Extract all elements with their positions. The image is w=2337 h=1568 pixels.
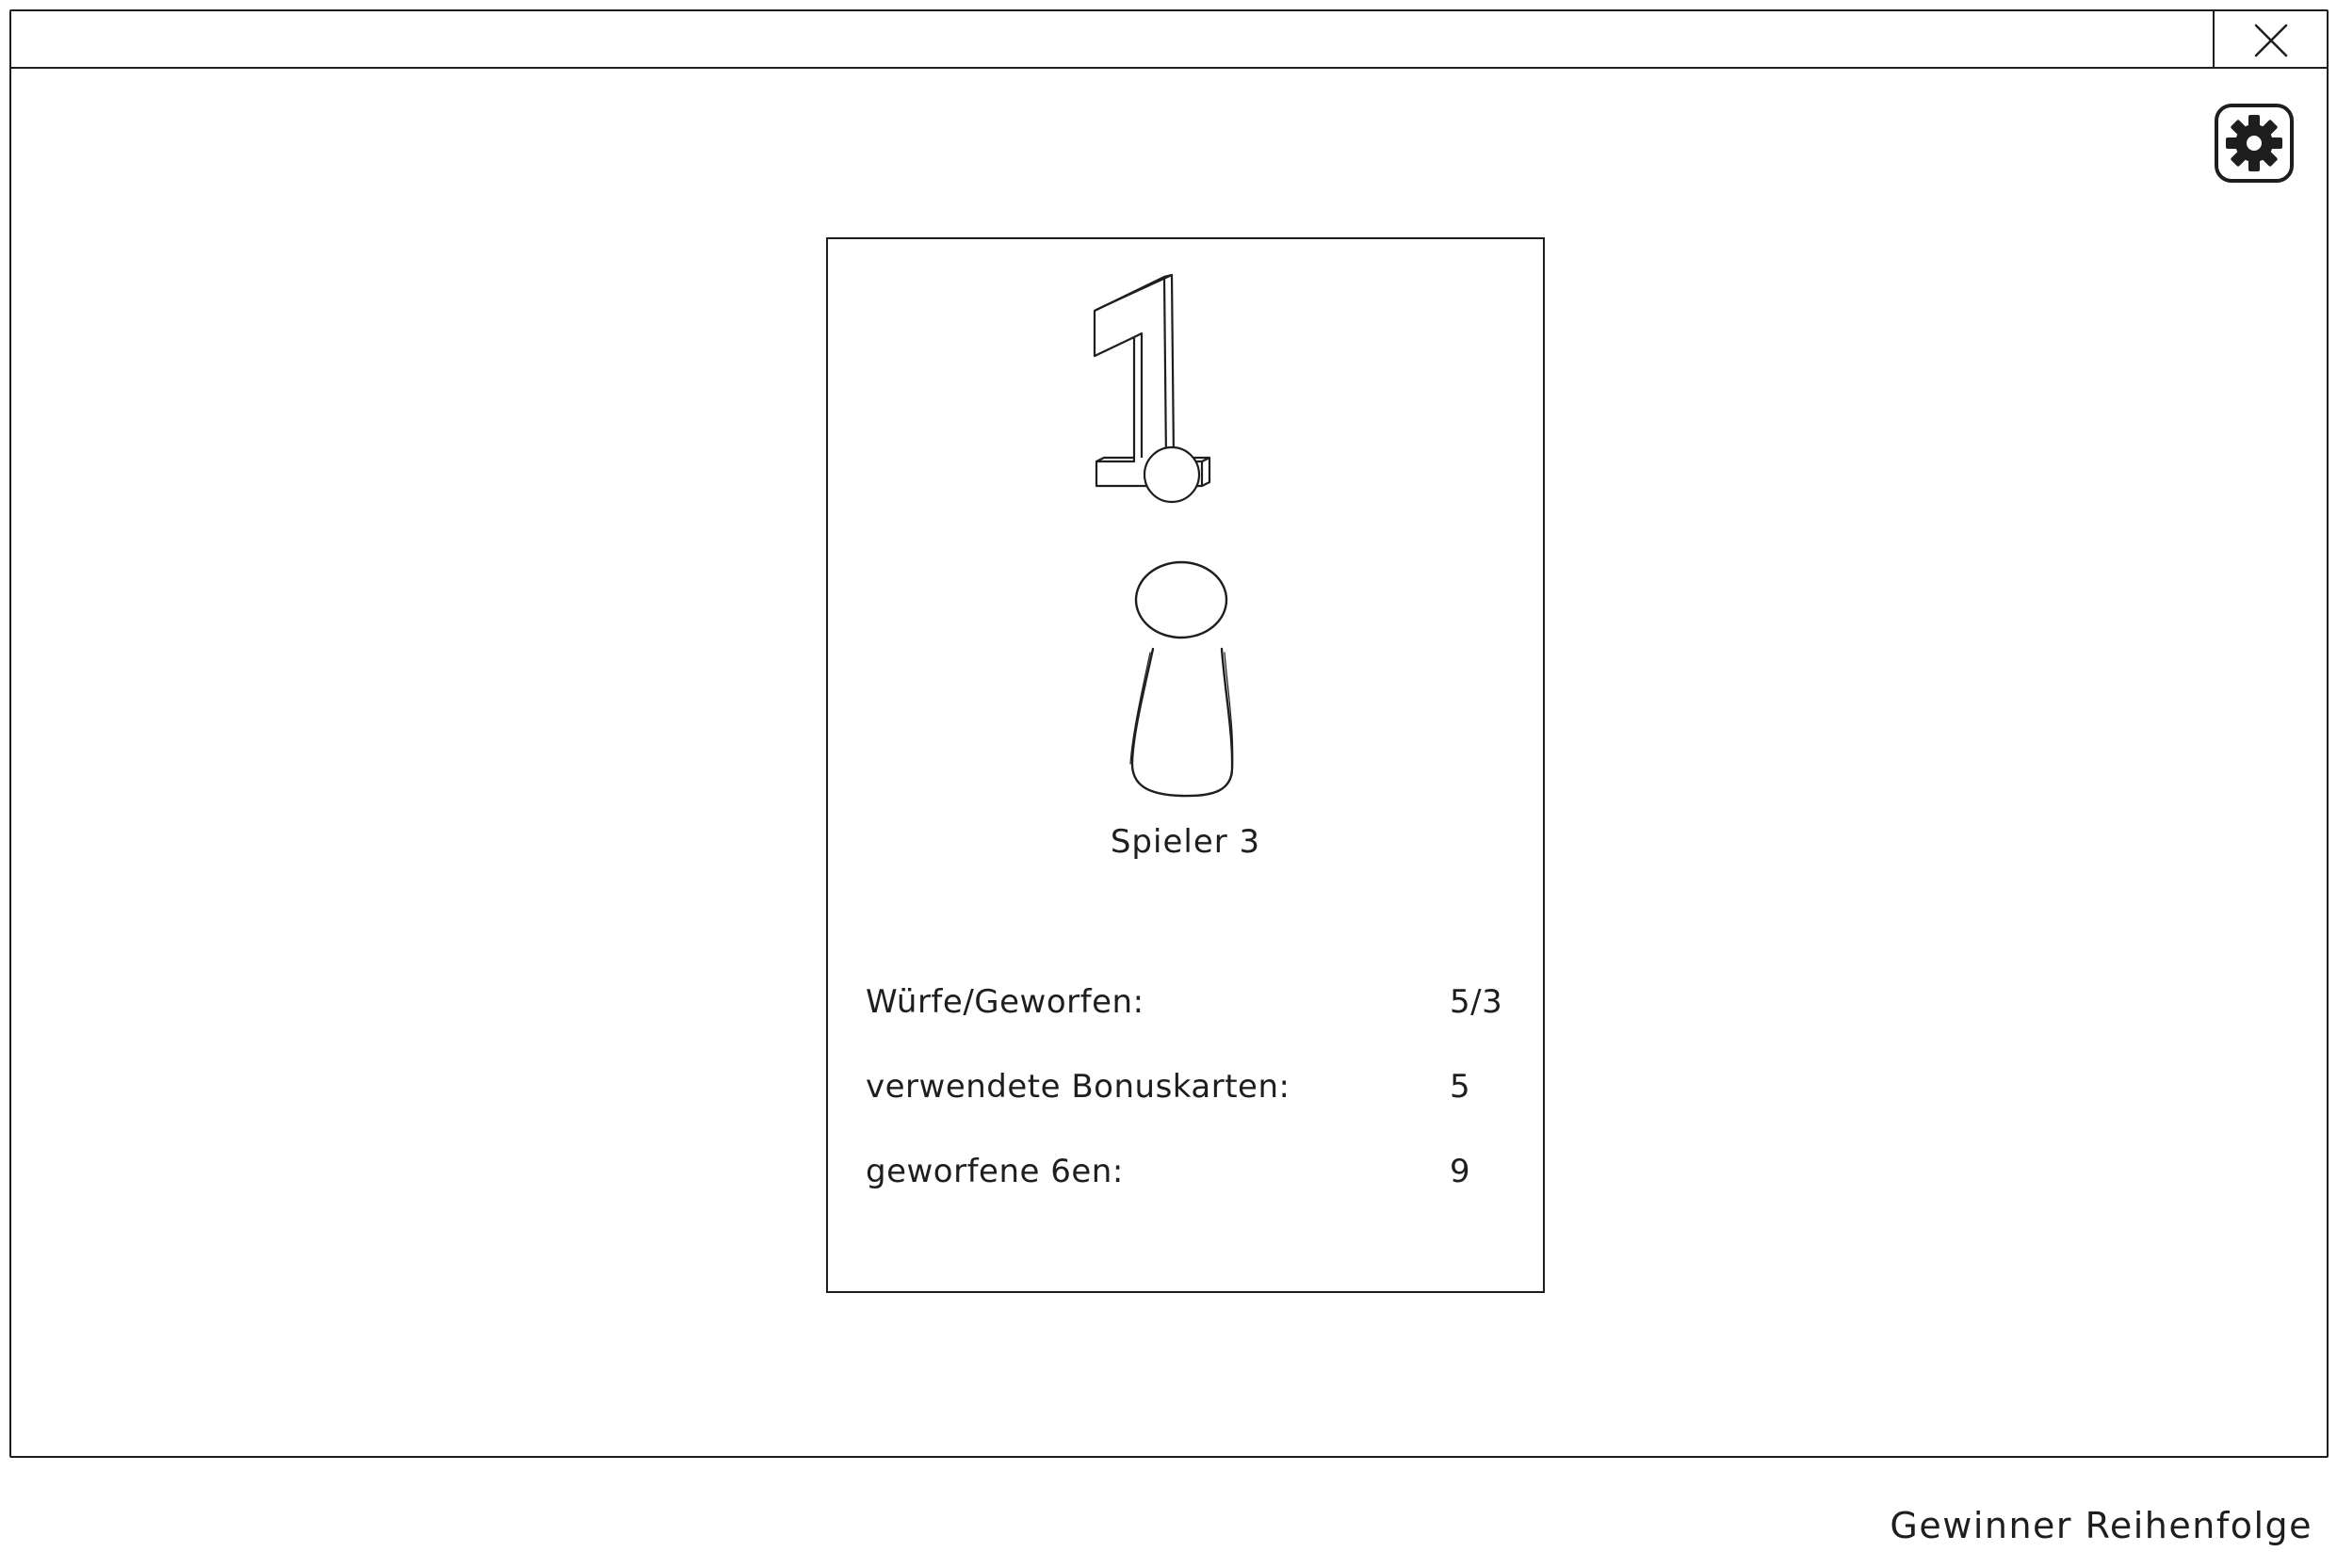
close-icon xyxy=(2254,24,2287,57)
pawn-icon xyxy=(1129,560,1234,798)
stats-list: Würfe/Geworfen: 5/3 verwendete Bonuskart… xyxy=(866,983,1506,1237)
rank-display: 1. xyxy=(828,239,1543,512)
stat-row-bonus-cards: verwendete Bonuskarten: 5 xyxy=(866,1068,1506,1153)
title-bar xyxy=(11,11,2327,69)
stat-row-throws: Würfe/Geworfen: 5/3 xyxy=(866,983,1506,1068)
stat-row-sixes: geworfene 6en: 9 xyxy=(866,1153,1506,1237)
stat-value: 5 xyxy=(1450,1068,1471,1106)
stat-value: 5/3 xyxy=(1450,983,1503,1021)
close-button[interactable] xyxy=(2213,11,2327,69)
player-name: Spieler 3 xyxy=(1110,823,1261,861)
screen-caption: Gewinner Reihenfolge xyxy=(1890,1505,2313,1546)
rank-dot-graphic xyxy=(1143,445,1201,504)
stat-value: 9 xyxy=(1450,1153,1471,1190)
stat-label: verwendete Bonuskarten: xyxy=(866,1068,1290,1106)
gear-icon xyxy=(2215,104,2294,183)
settings-button[interactable] xyxy=(2214,103,2295,184)
app-window: 1. Spieler 3 Würfe/Geworfen: 5/3 v xyxy=(9,9,2329,1458)
stat-label: Würfe/Geworfen: xyxy=(866,983,1144,1021)
stat-label: geworfene 6en: xyxy=(866,1153,1124,1190)
winner-card: 1. Spieler 3 Würfe/Geworfen: 5/3 v xyxy=(826,237,1545,1293)
